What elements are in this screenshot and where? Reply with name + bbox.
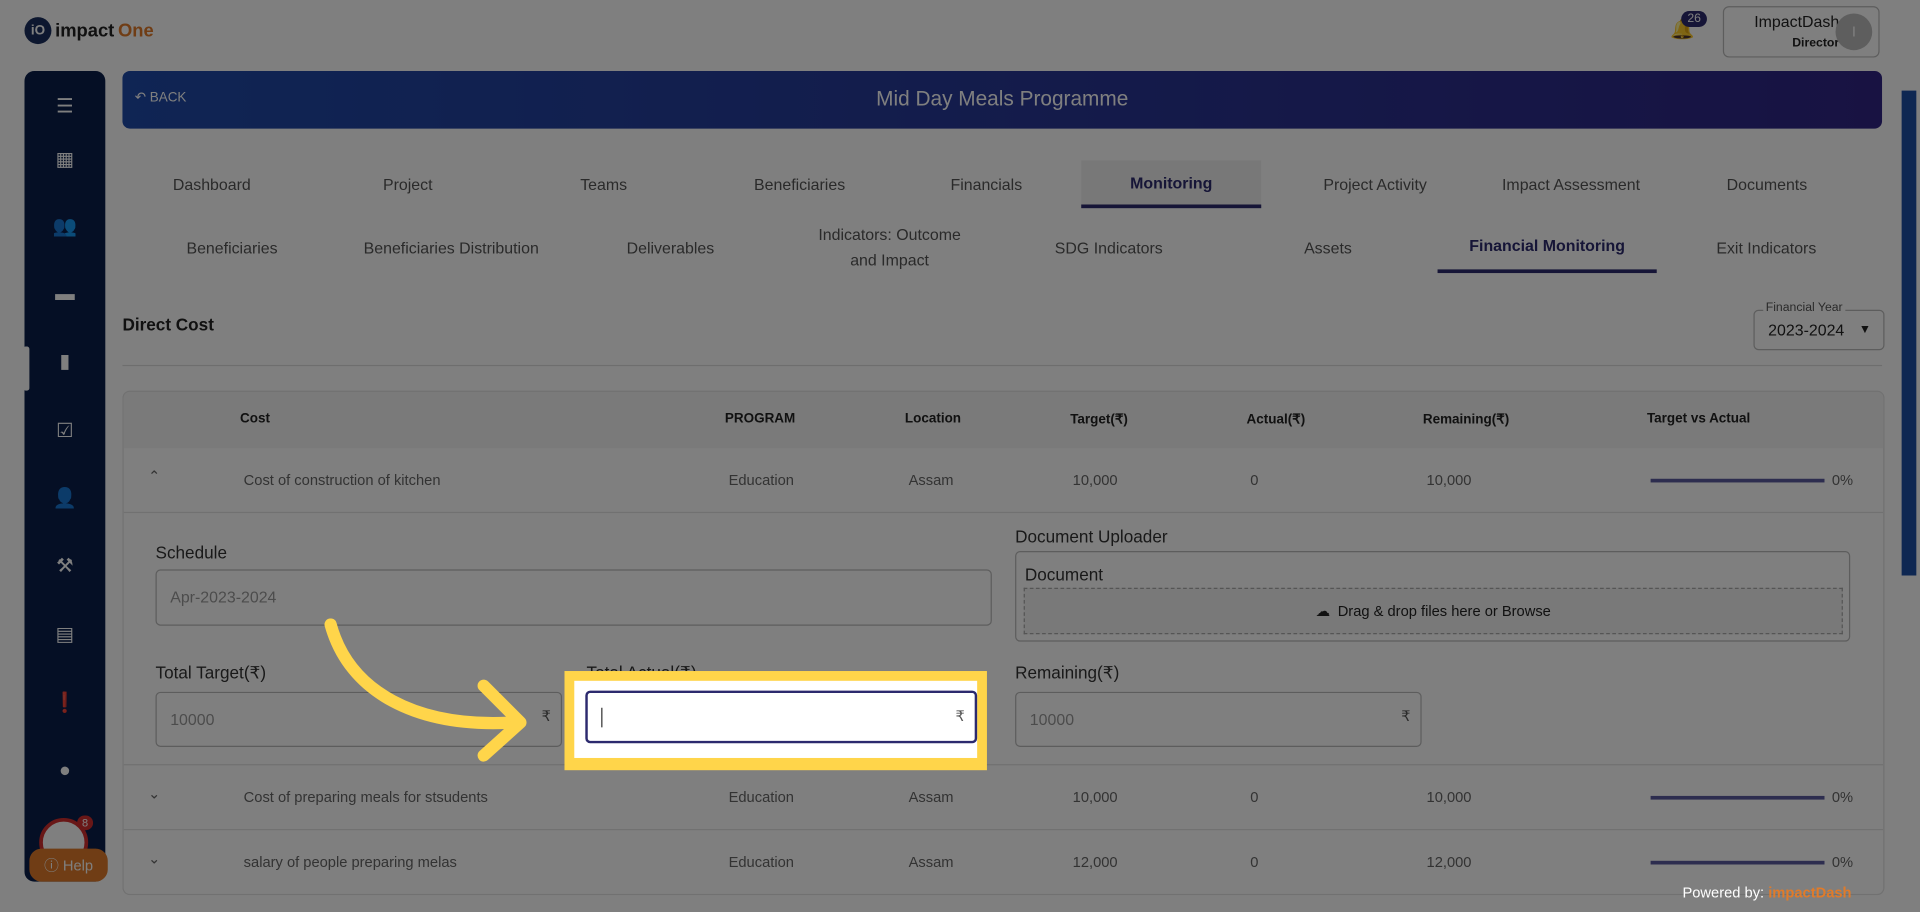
powered-by-label: Powered by: <box>1682 884 1764 901</box>
powered-by: Powered by: impactDash <box>1682 884 1851 901</box>
arrow-pointer-icon <box>318 618 563 765</box>
text-caret <box>601 708 602 728</box>
footer-brand: impactDash <box>1768 884 1851 901</box>
rupee-icon: ₹ <box>956 708 965 725</box>
dim-overlay <box>0 0 1920 912</box>
total-actual-input[interactable]: ₹ <box>585 691 977 744</box>
highlight-box: ₹ <box>564 671 986 770</box>
